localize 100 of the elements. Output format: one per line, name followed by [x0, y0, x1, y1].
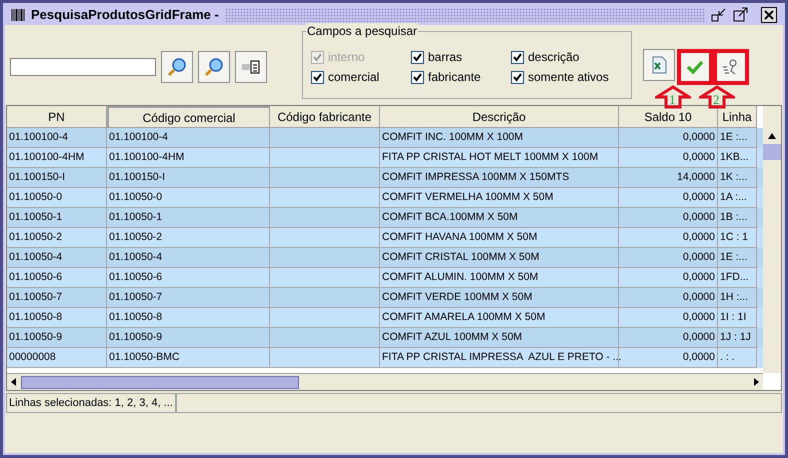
- search-icon: [204, 57, 224, 77]
- table-row[interactable]: 01.10050-4 01.10050-4 COMFIT CRISTAL 100MM X 50M 0,0000 1E :...: [7, 248, 763, 268]
- table-row[interactable]: 01.100100-4 01.100100-4 COMFIT INC. 100MM X 100M 0,0000 1E :...: [7, 128, 763, 148]
- group-title: Campos a pesquisar: [306, 23, 418, 39]
- table-row[interactable]: 01.100150-I 01.100150-I COMFIT IMPRESSA 100MM X 150MTS 14,0000 1K :...: [7, 168, 763, 188]
- table-row[interactable]: 01.10050-2 01.10050-2 COMFIT HAVANA 100MM X 50M 0,0000 1C : 1: [7, 228, 763, 248]
- spreadsheet-icon: [651, 56, 667, 74]
- status-text: Linhas selecionadas: 1, 2, 3, 4, ...: [6, 393, 176, 413]
- table-cell-text: 0,0000: [682, 210, 715, 225]
- table-cell-text: 0,0000: [682, 330, 715, 345]
- column-header[interactable]: Descrição: [380, 106, 619, 128]
- barcode-icon: [11, 9, 25, 21]
- table-row[interactable]: 01.10050-0 01.10050-0 COMFIT VERMELHA 100MM X 50M 0,0000 1A :...: [7, 188, 763, 208]
- table-cell-text: 01.10050-1: [9, 210, 62, 225]
- table-cell-text: COMFIT AMARELA 100MM X 50M: [382, 310, 546, 325]
- table-cell-text: 0,0000: [682, 290, 715, 305]
- minimize-button[interactable]: [711, 7, 727, 23]
- table-cell-text: 0,0000: [682, 310, 715, 325]
- table-cell-text: FITA PP CRISTAL IMPRESSA AZUL E PRETO - ...: [382, 350, 622, 365]
- maximize-button[interactable]: [733, 7, 749, 23]
- table-cell-text: COMFIT BCA.100MM X 50M: [382, 210, 518, 225]
- table-cell-text: 01.10050-9: [9, 330, 62, 345]
- table-cell-text: 1I : 1I: [720, 310, 746, 325]
- column-header[interactable]: PN: [7, 106, 107, 128]
- table-row[interactable]: 01.10050-9 01.10050-9 COMFIT AZUL 100MM X 50M 0,0000 1J : 1J: [7, 328, 763, 348]
- table-cell-text: 01.10050-0: [109, 190, 162, 205]
- table-cell-text: 0,0000: [682, 130, 715, 145]
- table-cell-text: FITA PP CRISTAL HOT MELT 100MM X 100M: [382, 150, 598, 165]
- table-cell-text: COMFIT AZUL 100MM X 50M: [382, 330, 522, 345]
- table-cell-text: 01.10050-4: [109, 250, 162, 265]
- table-row[interactable]: 01.10050-7 01.10050-7 COMFIT VERDE 100MM X 50M 0,0000 1H :...: [7, 288, 763, 308]
- table-cell-text: 1B :...: [720, 210, 748, 225]
- clear-button[interactable]: [713, 49, 749, 85]
- table-row[interactable]: 01.10050-8 01.10050-8 COMFIT AMARELA 100MM X 50M 0,0000 1I : 1I: [7, 308, 763, 328]
- table-cell-text: COMFIT CRISTAL 100MM X 50M: [382, 250, 540, 265]
- table-cell-text: 01.10050-2: [109, 230, 162, 245]
- checkbox[interactable]: [411, 50, 424, 64]
- column-header[interactable]: Saldo 10: [619, 106, 718, 128]
- table-cell-text: 1A :...: [720, 190, 747, 205]
- table-cell-text: 01.10050-8: [9, 310, 62, 325]
- table-cell-text: 0,0000: [682, 150, 715, 165]
- table-cell-text: COMFIT ALUMIN. 100MM X 50M: [382, 270, 538, 285]
- table-cell-text: 01.100100-4: [9, 130, 68, 145]
- table-cell-text: 14,0000: [677, 170, 715, 185]
- checkbox[interactable]: [511, 50, 524, 64]
- table-cell-text: COMFIT VERMELHA 100MM X 50M: [382, 190, 554, 205]
- column-header[interactable]: Código fabricante: [270, 106, 380, 128]
- table-cell-text: 01.10050-1: [109, 210, 162, 225]
- table-cell-text: 01.10050-6: [9, 270, 62, 285]
- table-cell-text: 1E :...: [720, 250, 748, 265]
- checkbox-label: interno: [328, 49, 365, 66]
- table-cell-text: 01.10050-BMC: [109, 350, 180, 365]
- table-cell-text: 01.100150-I: [109, 170, 166, 185]
- table-row[interactable]: 00000008 01.10050-BMC FITA PP CRISTAL IMPRESSA AZUL E PRETO - ... 0,0000 . : .: [7, 348, 763, 368]
- table-cell-text: 0,0000: [682, 230, 715, 245]
- toolbar-button[interactable]: [235, 51, 267, 83]
- table-cell-text: 0,0000: [682, 350, 715, 365]
- table-row[interactable]: 01.100100-4HM 01.100100-4HM FITA PP CRISTAL HOT MELT 100MM X 100M 0,0000 1KB...: [7, 148, 763, 168]
- window-title: PesquisaProdutosGridFrame -: [31, 6, 219, 24]
- check-icon: [686, 60, 704, 74]
- table-cell-text: 0,0000: [682, 270, 715, 285]
- table-cell-text: 0,0000: [682, 190, 715, 205]
- checkbox[interactable]: [411, 70, 424, 84]
- search-field[interactable]: [10, 58, 156, 76]
- table-cell-text: 01.100150-I: [9, 170, 66, 185]
- table-cell-text: 0,0000: [682, 250, 715, 265]
- table-cell-text: 01.10050-6: [109, 270, 162, 285]
- table-row[interactable]: 01.10050-6 01.10050-6 COMFIT ALUMIN. 100MM X 50M 0,0000 1FD...: [7, 268, 763, 288]
- table-cell-text: . : .: [720, 350, 735, 365]
- scroll-thumb[interactable]: [763, 144, 781, 160]
- table-cell-text: COMFIT VERDE 100MM X 50M: [382, 290, 532, 305]
- table-cell-text: 01.10050-0: [9, 190, 62, 205]
- table-cell-text: 01.10050-7: [9, 290, 62, 305]
- magnifier-icon: [167, 57, 187, 77]
- document-arrow-icon: [241, 59, 261, 75]
- table-cell-text: COMFIT HAVANA 100MM X 50M: [382, 230, 538, 245]
- excel-button[interactable]: [643, 49, 675, 81]
- table-cell-text: 00000008: [9, 350, 56, 365]
- column-header[interactable]: Código comercial: [107, 106, 270, 128]
- checkbox-label: fabricante: [428, 69, 481, 86]
- table-cell-text: COMFIT INC. 100MM X 100M: [382, 130, 524, 145]
- table-cell-text: 01.10050-4: [9, 250, 62, 265]
- checkbox-label: somente ativos: [528, 69, 609, 86]
- horizontal-scrollbar[interactable]: [7, 373, 763, 390]
- table-cell-text: COMFIT IMPRESSA 100MM X 150MTS: [382, 170, 570, 185]
- annotation-number: 2: [713, 93, 720, 106]
- vertical-scrollbar[interactable]: [763, 106, 781, 373]
- table-cell-text: 01.10050-2: [9, 230, 62, 245]
- checkbox-label: barras: [428, 49, 462, 66]
- checkbox[interactable]: [511, 70, 524, 84]
- table-cell-text: 01.100100-4: [109, 130, 168, 145]
- column-header[interactable]: Linha: [718, 106, 757, 128]
- table-cell-text: 1KB...: [720, 150, 749, 165]
- table-cell-text: 1C : 1: [720, 230, 748, 245]
- close-button[interactable]: [761, 7, 777, 23]
- checkbox[interactable]: [311, 70, 324, 84]
- confirm-button[interactable]: [677, 49, 713, 85]
- table-cell-text: 1K :...: [720, 170, 748, 185]
- table-row[interactable]: 01.10050-1 01.10050-1 COMFIT BCA.100MM X 50M 0,0000 1B :...: [7, 208, 763, 228]
- checkbox-label: comercial: [328, 69, 380, 86]
